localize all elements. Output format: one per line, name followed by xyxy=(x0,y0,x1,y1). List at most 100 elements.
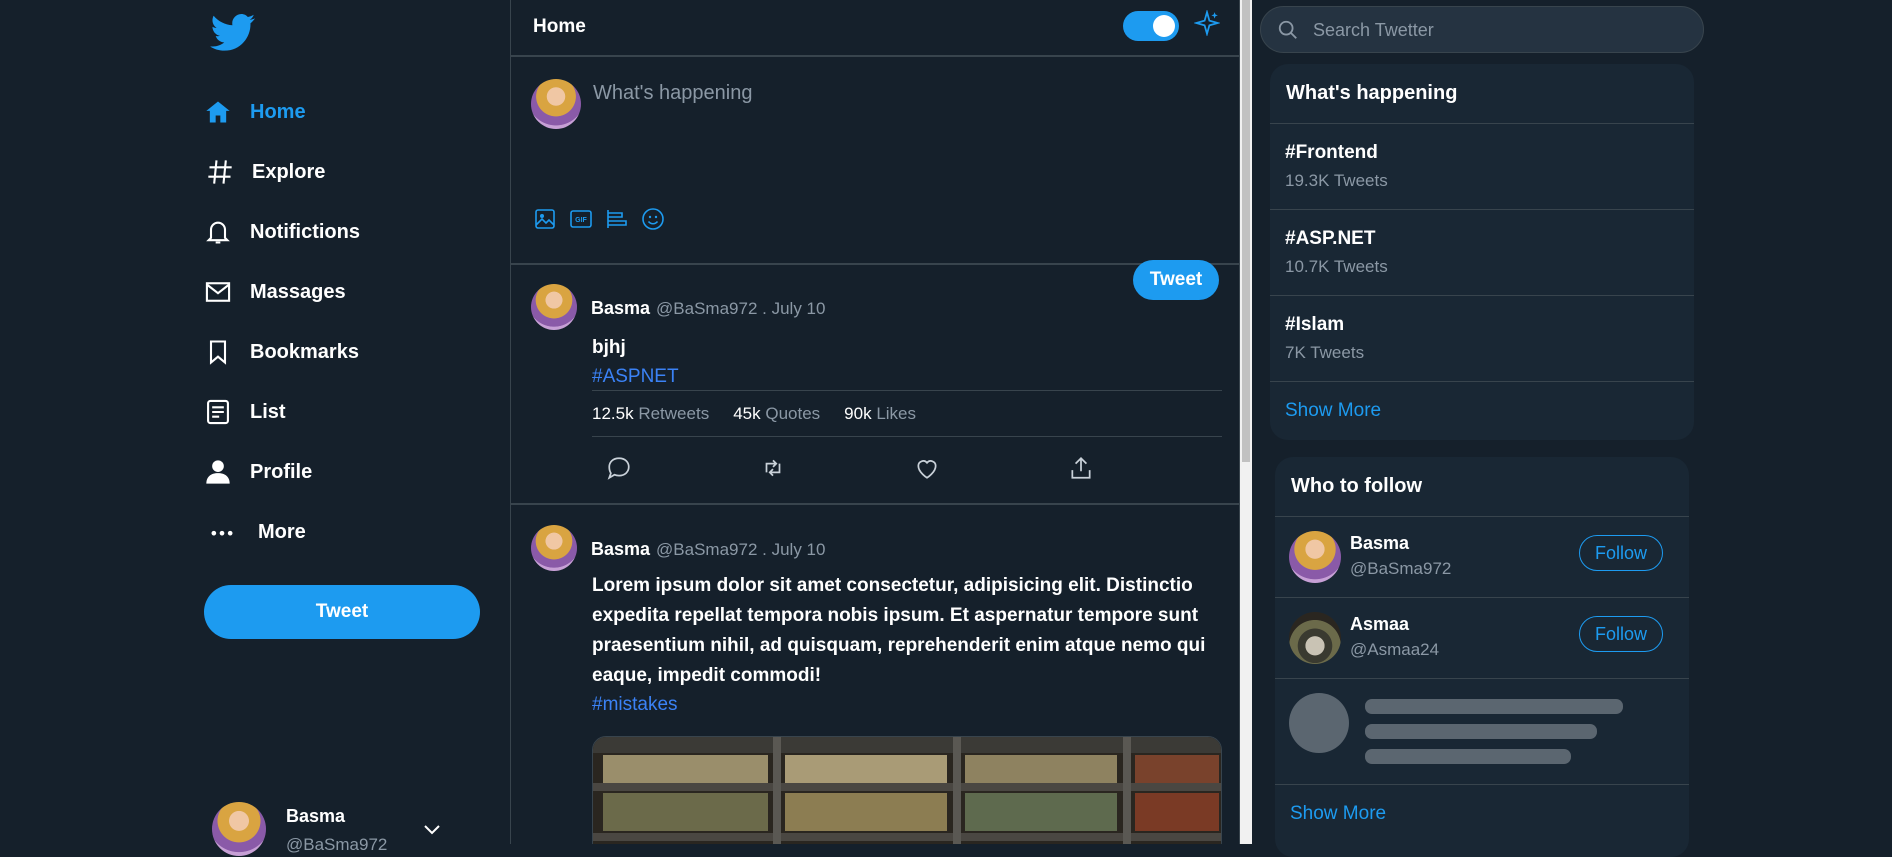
post-header: Basma @BaSma972 . July 10 xyxy=(591,298,825,319)
avatar xyxy=(531,525,577,571)
trends-show-more[interactable]: Show More xyxy=(1270,382,1694,440)
trend-item[interactable]: #Islam 7K Tweets xyxy=(1270,296,1694,382)
follow-user-handle: @Asmaa24 xyxy=(1350,640,1440,659)
sparkle-icon[interactable] xyxy=(1194,10,1220,36)
list-icon xyxy=(207,399,229,425)
skeleton-line xyxy=(1365,724,1597,739)
trends-panel: What's happening #Frontend 19.3K Tweets … xyxy=(1270,64,1694,440)
nav-explore-label: Explore xyxy=(252,160,326,183)
skeleton-avatar xyxy=(1289,693,1349,753)
nav-more[interactable]: More xyxy=(204,518,306,546)
post-text: bjhj xyxy=(592,337,626,358)
compose-tools: GIF xyxy=(533,207,665,231)
theme-toggle[interactable] xyxy=(1123,11,1179,41)
left-sidebar: Home Explore Notifictions Massages Bookm… xyxy=(0,0,510,856)
nav-bookmarks-label: Bookmarks xyxy=(250,340,359,363)
follow-user-name[interactable]: Basma xyxy=(1350,533,1409,554)
post-author[interactable]: Basma xyxy=(591,539,650,560)
trend-tag: #Islam xyxy=(1285,314,1345,335)
follow-button[interactable]: Follow xyxy=(1579,535,1663,571)
tweet-post: Basma @BaSma972 . July 10 Lorem ipsum do… xyxy=(511,507,1241,844)
follow-title: Who to follow xyxy=(1275,457,1689,517)
poll-icon[interactable] xyxy=(605,207,629,231)
image-icon[interactable] xyxy=(533,207,557,231)
nav-profile[interactable]: Profile xyxy=(204,458,312,486)
home-icon xyxy=(206,101,230,123)
nav-notifications[interactable]: Notifictions xyxy=(204,218,360,246)
page-title: Home xyxy=(533,16,586,37)
post-meta: @BaSma972 . July 10 xyxy=(656,299,826,318)
nav-bookmarks[interactable]: Bookmarks xyxy=(204,338,359,366)
twitter-logo-icon[interactable] xyxy=(210,14,256,52)
timeline-header: Home xyxy=(511,0,1239,57)
avatar xyxy=(1289,612,1341,664)
nav-home[interactable]: Home xyxy=(204,98,306,126)
follow-suggestion: Basma @BaSma972 Follow xyxy=(1275,517,1689,598)
quote-label: Quotes xyxy=(765,403,821,423)
trend-count: 19.3K Tweets xyxy=(1285,171,1388,190)
trend-tag: #ASP.NET xyxy=(1285,228,1376,249)
like-label: Likes xyxy=(876,403,917,423)
trend-tag: #Frontend xyxy=(1285,142,1378,163)
skeleton-line xyxy=(1365,699,1623,714)
post-actions xyxy=(606,455,1094,481)
compose-input[interactable] xyxy=(591,81,1191,106)
post-image[interactable] xyxy=(592,736,1222,844)
nav-list-label: List xyxy=(250,400,286,423)
account-name: Basma xyxy=(286,806,346,826)
post-text: Lorem ipsum dolor sit amet consectetur, … xyxy=(592,575,1206,686)
hash-icon xyxy=(208,160,232,184)
emoji-icon[interactable] xyxy=(641,207,665,231)
like-count: 90k xyxy=(844,403,872,423)
trend-count: 10.7K Tweets xyxy=(1285,257,1388,276)
nav-explore[interactable]: Explore xyxy=(206,158,325,186)
share-icon[interactable] xyxy=(1068,455,1094,481)
like-stat[interactable]: 90k Likes xyxy=(844,404,916,424)
post-author[interactable]: Basma xyxy=(591,298,650,319)
follow-show-more[interactable]: Show More xyxy=(1275,785,1689,843)
search-input[interactable] xyxy=(1311,19,1681,42)
like-icon[interactable] xyxy=(914,455,940,481)
nav-messages-label: Massages xyxy=(250,280,346,303)
follow-suggestion: Asmaa @Asmaa24 Follow xyxy=(1275,598,1689,679)
svg-text:GIF: GIF xyxy=(575,217,587,224)
nav-list[interactable]: List xyxy=(204,398,286,426)
gif-icon[interactable]: GIF xyxy=(569,207,593,231)
tweet-button[interactable]: Tweet xyxy=(204,585,480,639)
search-icon xyxy=(1278,20,1297,39)
loading-placeholder xyxy=(1275,679,1689,785)
retweet-count: 12.5k xyxy=(592,403,634,423)
quote-count: 45k xyxy=(733,403,761,423)
bell-icon xyxy=(206,221,230,244)
retweet-icon[interactable] xyxy=(760,455,786,481)
account-switcher[interactable]: Basma @BaSma972 xyxy=(212,802,441,856)
skeleton-line xyxy=(1365,749,1571,764)
reply-icon[interactable] xyxy=(606,455,632,481)
bookshelf-image xyxy=(593,737,1221,844)
follow-button[interactable]: Follow xyxy=(1579,616,1663,652)
quote-stat[interactable]: 45k Quotes xyxy=(733,404,820,424)
more-icon xyxy=(211,530,233,536)
nav-home-label: Home xyxy=(250,100,306,123)
avatar xyxy=(531,284,577,330)
trend-item[interactable]: #Frontend 19.3K Tweets xyxy=(1270,124,1694,210)
trend-count: 7K Tweets xyxy=(1285,343,1365,362)
follow-user-name[interactable]: Asmaa xyxy=(1350,614,1409,635)
post-hashtag[interactable]: #mistakes xyxy=(592,694,678,716)
follow-panel: Who to follow Basma @BaSma972 Follow Asm… xyxy=(1275,457,1689,857)
scrollbar-thumb[interactable] xyxy=(1242,0,1250,462)
retweet-stat[interactable]: 12.5k Retweets xyxy=(592,404,709,424)
mail-icon xyxy=(205,282,231,302)
nav-more-label: More xyxy=(258,520,306,543)
search-box[interactable] xyxy=(1260,6,1704,53)
post-meta: @BaSma972 . July 10 xyxy=(656,540,826,559)
post-hashtag[interactable]: #ASPNET xyxy=(592,366,679,388)
post-header: Basma @BaSma972 . July 10 xyxy=(591,539,825,560)
avatar xyxy=(212,802,266,856)
account-handle: @BaSma972 xyxy=(286,835,388,854)
tweet-composer: GIF Tweet xyxy=(511,57,1239,300)
nav-messages[interactable]: Massages xyxy=(204,278,346,306)
avatar xyxy=(531,79,581,129)
trend-item[interactable]: #ASP.NET 10.7K Tweets xyxy=(1270,210,1694,296)
chevron-down-icon xyxy=(424,825,441,835)
